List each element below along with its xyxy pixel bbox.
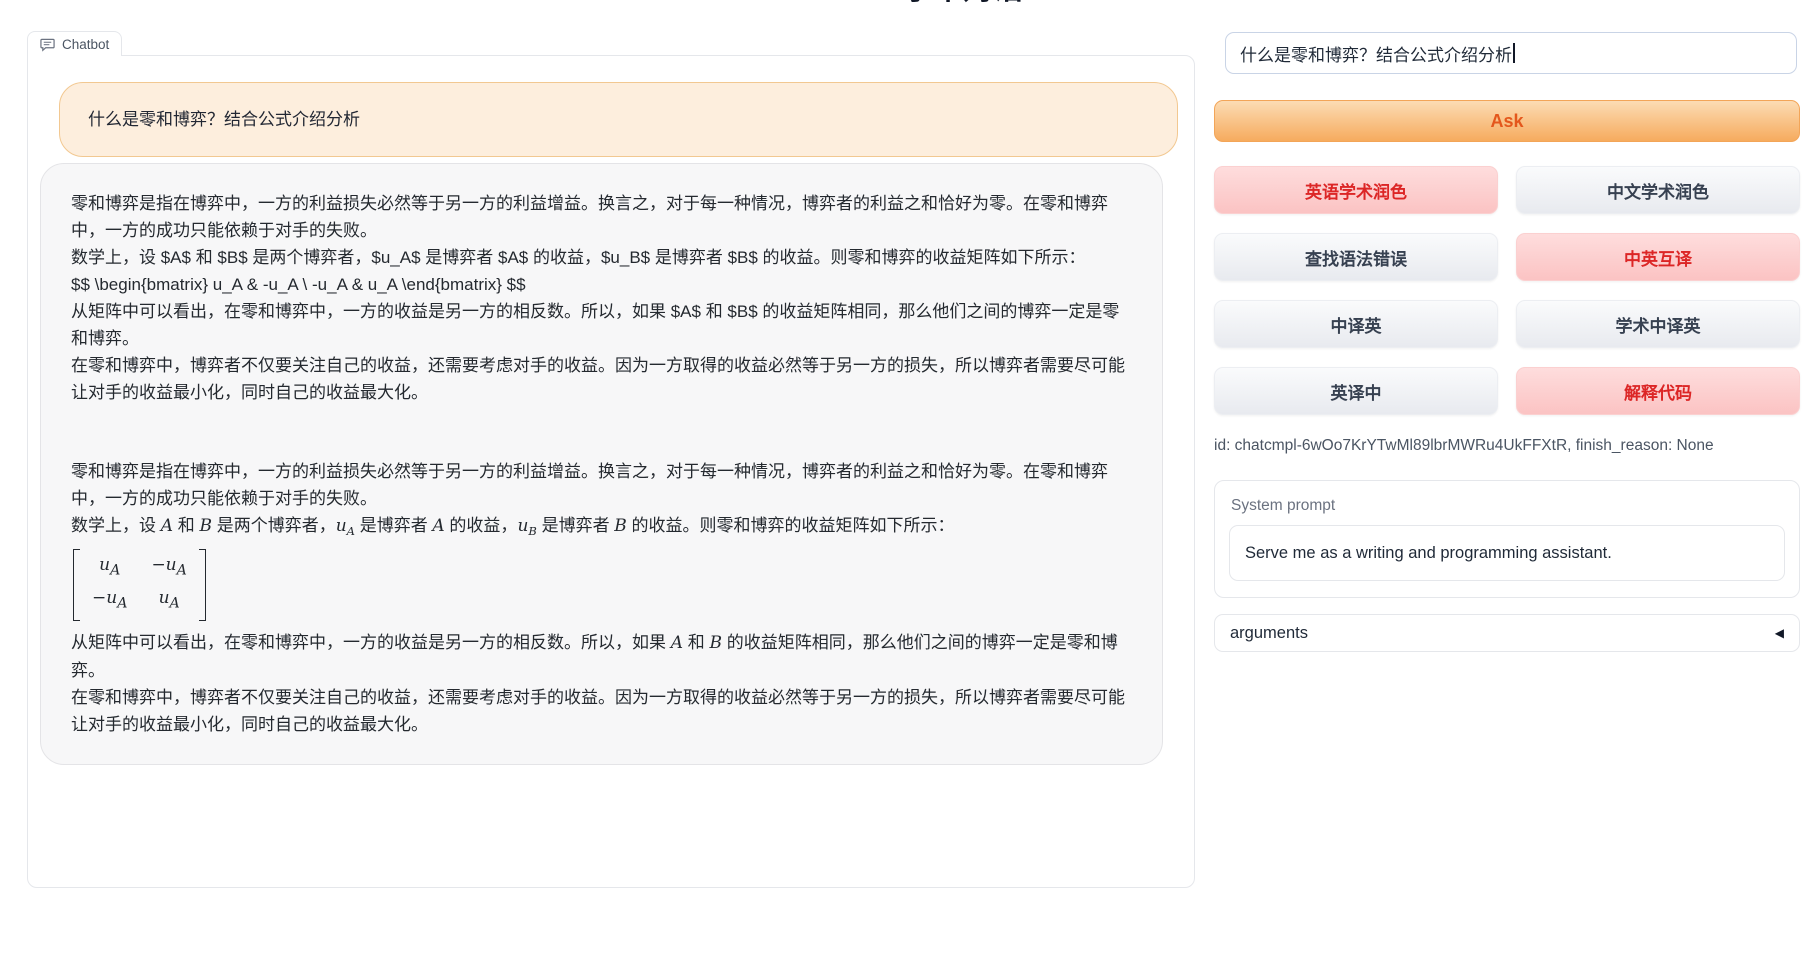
chatbot-panel: 什么是零和博弈？结合公式介绍分析 零和博弈是指在博弈中，一方的利益损失必然等于另… xyxy=(27,55,1195,888)
user-message-text: 什么是零和博弈？结合公式介绍分析 xyxy=(88,110,360,129)
matrix-cell: uA xyxy=(151,585,186,617)
bot-raw-paragraph-1: 零和博弈是指在博弈中，一方的利益损失必然等于另一方的利益增益。换言之，对于每一种… xyxy=(71,190,1132,244)
bot-message-gap xyxy=(71,406,1132,458)
quick-button-academic-zh-to-en[interactable]: 学术中译英 xyxy=(1516,300,1800,348)
bot-rendered-paragraph-1: 零和博弈是指在博弈中，一方的利益损失必然等于另一方的利益增益。换言之，对于每一种… xyxy=(71,458,1132,512)
bot-raw-paragraph-4: 从矩阵中可以看出，在零和博弈中，一方的收益是另一方的相反数。所以，如果 $A$ … xyxy=(71,298,1132,352)
ask-button[interactable]: Ask xyxy=(1214,100,1800,142)
system-prompt-group: System prompt Serve me as a writing and … xyxy=(1214,480,1800,598)
matrix-cell: −uA xyxy=(151,552,186,584)
quick-button-chinese-academic-polish[interactable]: 中文学术润色 xyxy=(1516,166,1800,214)
payoff-matrix: uA −uA −uA uA xyxy=(73,549,206,621)
matrix-cell: −uA xyxy=(92,585,127,617)
quick-button-find-grammar-errors[interactable]: 查找语法错误 xyxy=(1214,233,1498,281)
matrix-cell: uA xyxy=(92,552,127,584)
chatbot-label-tab: Chatbot xyxy=(27,31,122,56)
system-prompt-value: Serve me as a writing and programming as… xyxy=(1245,544,1612,563)
question-input[interactable]: 什么是零和博弈？结合公式介绍分析 xyxy=(1225,32,1797,74)
quick-button-en-to-zh[interactable]: 英译中 xyxy=(1214,367,1498,415)
quick-actions-grid: 英语学术润色 中文学术润色 查找语法错误 中英互译 中译英 学术中译英 英译中 … xyxy=(1214,166,1800,415)
matrix-left-bracket xyxy=(73,549,80,621)
arguments-accordion[interactable]: arguments ◀ xyxy=(1214,614,1800,652)
quick-button-explain-code[interactable]: 解释代码 xyxy=(1516,367,1800,415)
bot-raw-paragraph-5: 在零和博弈中，博弈者不仅要关注自己的收益，还需要考虑对手的收益。因为一方取得的收… xyxy=(71,352,1132,406)
system-prompt-label: System prompt xyxy=(1231,497,1785,515)
text-cursor xyxy=(1513,43,1515,63)
bot-raw-paragraph-2: 数学上，设 $A$ 和 $B$ 是两个博弈者，$u_A$ 是博弈者 $A$ 的收… xyxy=(71,244,1132,271)
bot-rendered-paragraph-2: 数学上，设 A 和 B 是两个博弈者，uA 是博弈者 A 的收益，uB 是博弈者… xyxy=(71,512,1132,545)
quick-button-english-academic-polish[interactable]: 英语学术润色 xyxy=(1214,166,1498,214)
bot-rendered-paragraph-5: 在零和博弈中，博弈者不仅要关注自己的收益，还需要考虑对手的收益。因为一方取得的收… xyxy=(71,684,1132,738)
page-title-cutoff: 学术对话 xyxy=(878,0,1048,9)
bot-message-bubble: 零和博弈是指在博弈中，一方的利益损失必然等于另一方的利益增益。换言之，对于每一种… xyxy=(40,163,1163,765)
user-message-bubble: 什么是零和博弈？结合公式介绍分析 xyxy=(59,82,1178,157)
response-status-line: id: chatcmpl-6wOo7KrYTwMl89lbrMWRu4UkFFX… xyxy=(1214,437,1800,455)
system-prompt-input[interactable]: Serve me as a writing and programming as… xyxy=(1229,525,1785,581)
quick-button-zh-to-en[interactable]: 中译英 xyxy=(1214,300,1498,348)
bot-raw-latex-formula: $$ \begin{bmatrix} u_A & -u_A \ -u_A & u… xyxy=(71,271,1132,298)
accordion-collapsed-icon: ◀ xyxy=(1775,626,1784,640)
bot-rendered-paragraph-4: 从矩阵中可以看出，在零和博弈中，一方的收益是另一方的相反数。所以，如果 A 和 … xyxy=(71,629,1132,684)
chat-bubble-icon xyxy=(40,37,55,52)
question-input-value: 什么是零和博弈？结合公式介绍分析 xyxy=(1240,41,1512,66)
arguments-accordion-label: arguments xyxy=(1230,624,1308,643)
matrix-right-bracket xyxy=(199,549,206,621)
quick-button-zh-en-mutual-translate[interactable]: 中英互译 xyxy=(1516,233,1800,281)
chatbot-label: Chatbot xyxy=(62,37,109,52)
